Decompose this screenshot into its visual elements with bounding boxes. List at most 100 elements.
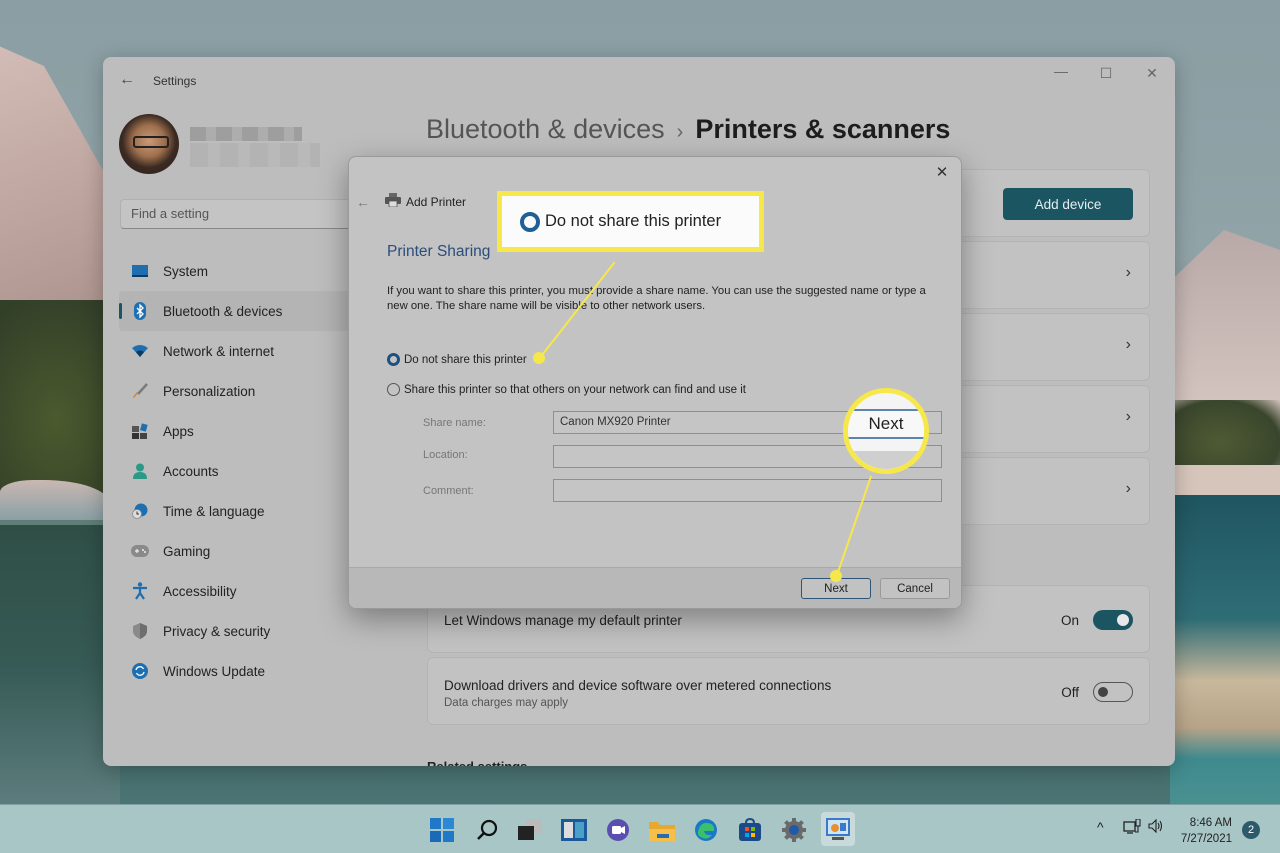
person-icon <box>131 462 149 480</box>
magnified-next-label: Next <box>848 409 924 439</box>
sidebar-item-label: Privacy & security <box>163 623 271 639</box>
taskbar: ^ 8:46 AM 7/27/2021 2 <box>0 804 1280 853</box>
dialog-heading: Printer Sharing <box>387 243 491 260</box>
back-arrow-icon[interactable]: ← <box>119 71 135 89</box>
radio-unselected-icon[interactable] <box>387 383 400 396</box>
sidebar-item-windows-update[interactable]: Windows Update <box>119 651 351 691</box>
sidebar-item-personalization[interactable]: Personalization <box>119 371 351 411</box>
callout-dot <box>533 352 545 364</box>
dialog-description: If you want to share this printer, you m… <box>387 285 926 312</box>
callout-label: Do not share this printer <box>545 212 722 230</box>
user-avatar[interactable] <box>119 114 179 174</box>
setting-subtitle: Data charges may apply <box>444 697 569 709</box>
find-setting-input[interactable]: Find a setting <box>120 199 360 229</box>
callout-next-magnifier: Next <box>843 388 929 474</box>
search-icon[interactable] <box>474 817 500 843</box>
breadcrumb-parent[interactable]: Bluetooth & devices <box>426 114 665 144</box>
sidebar-item-label: Apps <box>163 423 194 439</box>
location-label: Location: <box>423 449 468 461</box>
sidebar-item-accessibility[interactable]: Accessibility <box>119 571 351 611</box>
sidebar-item-label: System <box>163 263 209 279</box>
wifi-icon <box>131 342 149 360</box>
sidebar-item-label: Network & internet <box>163 343 275 359</box>
dialog-close-button[interactable]: ✕ <box>931 163 953 181</box>
breadcrumb: Bluetooth & devices › Printers & scanners <box>426 114 950 145</box>
title-bar: ← Settings — ☐ ✕ <box>103 57 1175 105</box>
sidebar-item-gaming[interactable]: Gaming <box>119 531 351 571</box>
option-label: Share this printer so that others on you… <box>404 383 746 396</box>
maximize-button[interactable]: ☐ <box>1092 65 1120 82</box>
share-printer-option[interactable]: Share this printer so that others on you… <box>387 383 746 396</box>
notification-badge[interactable]: 2 <box>1242 821 1260 839</box>
sidebar-item-label: Time & language <box>163 503 265 519</box>
setting-title: Let Windows manage my default printer <box>444 613 682 628</box>
bluetooth-icon <box>131 302 149 320</box>
sidebar-item-accounts[interactable]: Accounts <box>119 451 351 491</box>
default-printer-toggle[interactable] <box>1093 610 1133 630</box>
network-icon[interactable] <box>1123 818 1141 838</box>
settings-icon[interactable] <box>781 817 807 843</box>
sidebar-item-label: Personalization <box>163 383 256 399</box>
add-device-button[interactable]: Add device <box>1003 188 1133 220</box>
metered-download-toggle[interactable] <box>1093 682 1133 702</box>
toggle-state-label: Off <box>1061 685 1079 700</box>
user-email-redacted <box>190 143 320 167</box>
dialog-back-icon[interactable]: ← <box>356 194 370 210</box>
apps-icon <box>131 422 149 440</box>
breadcrumb-separator-icon: › <box>676 121 684 143</box>
callout-dot <box>830 570 842 582</box>
update-icon <box>131 662 149 680</box>
sidebar-item-system[interactable]: System <box>119 251 351 291</box>
callout-do-not-share: Do not share this printer <box>497 191 764 252</box>
toggle-state-label: On <box>1060 613 1079 628</box>
chevron-right-icon: › <box>1125 480 1131 497</box>
do-not-share-option[interactable]: Do not share this printer <box>387 353 527 366</box>
wallpaper-lake-right <box>1170 495 1280 805</box>
wallpaper-lake-left <box>0 525 120 805</box>
volume-icon[interactable] <box>1148 818 1164 836</box>
sidebar-nav: System Bluetooth & devices Network & int… <box>119 251 351 691</box>
sidebar-item-apps[interactable]: Apps <box>119 411 351 451</box>
setting-title: Download drivers and device software ove… <box>444 678 832 693</box>
task-view-icon[interactable] <box>517 817 543 843</box>
file-explorer-icon[interactable] <box>649 817 675 843</box>
sidebar-item-time-language[interactable]: Time & language <box>119 491 351 531</box>
edge-icon[interactable] <box>693 817 719 843</box>
printer-icon <box>385 193 401 210</box>
clock-time: 8:46 AM <box>1189 817 1232 829</box>
sidebar-item-label: Accounts <box>163 463 219 479</box>
tray-overflow-chevron-icon[interactable]: ^ <box>1097 819 1104 835</box>
system-icon <box>131 262 149 280</box>
dialog-footer: Next Cancel <box>349 567 961 608</box>
store-icon[interactable] <box>737 817 763 843</box>
clock[interactable]: 8:46 AM 7/27/2021 <box>1181 815 1232 847</box>
minimize-button[interactable]: — <box>1047 63 1075 79</box>
sidebar-item-label: Gaming <box>163 543 211 559</box>
radio-selected-icon[interactable] <box>387 353 400 366</box>
magnifier-shadow <box>848 451 924 469</box>
chevron-right-icon: › <box>1125 408 1131 425</box>
window-title: Settings <box>153 74 197 88</box>
teams-chat-icon[interactable] <box>605 817 631 843</box>
sidebar-item-privacy-security[interactable]: Privacy & security <box>119 611 351 651</box>
sidebar-item-label: Accessibility <box>163 583 237 599</box>
radio-selected-icon <box>520 211 540 232</box>
control-panel-icon[interactable] <box>821 812 855 846</box>
sidebar-item-bluetooth-devices[interactable]: Bluetooth & devices <box>119 291 351 331</box>
metered-download-setting: Download drivers and device software ove… <box>427 657 1150 725</box>
comment-input[interactable] <box>553 479 942 502</box>
dialog-title: Add Printer <box>406 195 467 209</box>
shield-icon <box>131 622 149 640</box>
chevron-right-icon: › <box>1125 264 1131 281</box>
clock-date: 7/27/2021 <box>1180 833 1232 845</box>
clock-globe-icon <box>131 502 149 520</box>
sidebar-item-network-internet[interactable]: Network & internet <box>119 331 351 371</box>
widgets-icon[interactable] <box>561 817 587 843</box>
option-label: Do not share this printer <box>404 353 527 366</box>
sidebar-item-label: Windows Update <box>163 663 266 679</box>
close-button[interactable]: ✕ <box>1138 65 1166 82</box>
start-icon[interactable] <box>429 817 455 843</box>
cancel-button[interactable]: Cancel <box>880 578 950 599</box>
wallpaper-trees-right <box>1160 400 1280 470</box>
sidebar-item-label: Bluetooth & devices <box>163 303 283 319</box>
